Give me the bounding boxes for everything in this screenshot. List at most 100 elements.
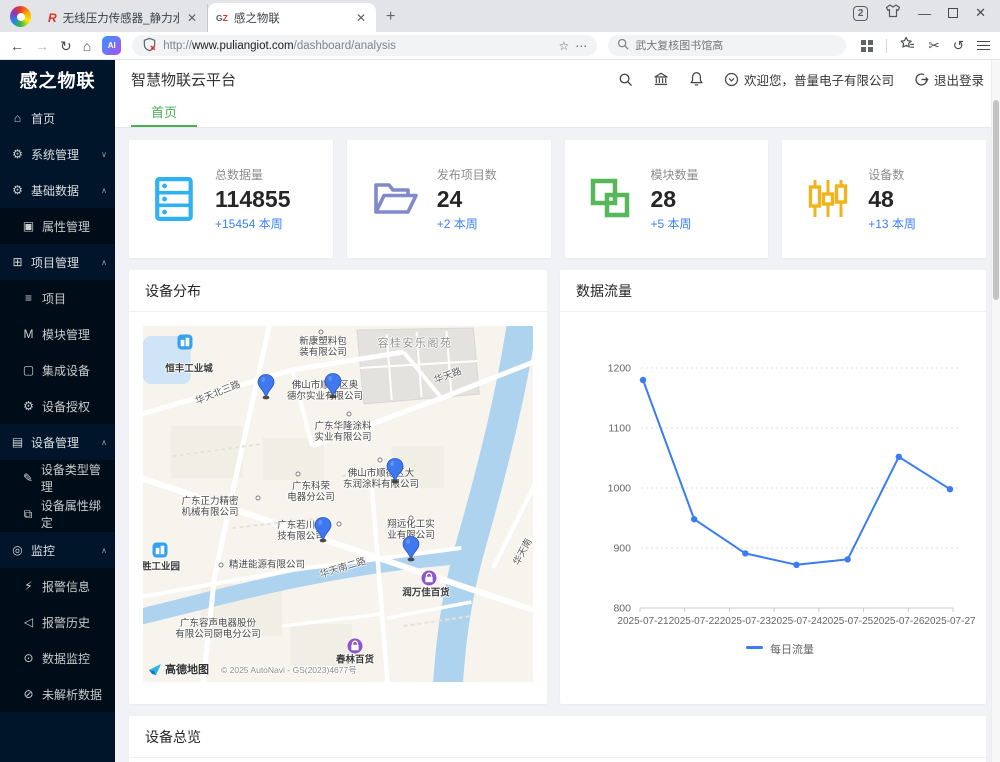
- sidebar-item[interactable]: ▤设备管理∧: [0, 424, 115, 460]
- browser-tab-1[interactable]: R 无线压力传感器_静力水准仪_ ✕: [40, 4, 208, 32]
- bookmark-star-icon[interactable]: ☆: [558, 39, 569, 53]
- stat-card-projects: 发布项目数 24 +2 本周: [347, 140, 551, 258]
- pen-icon: ✎: [22, 471, 34, 485]
- sidebar-item[interactable]: ◎监控∧: [0, 532, 115, 568]
- sidebar-subitem[interactable]: ⊘未解析数据: [0, 676, 115, 712]
- page-scrollbar[interactable]: [991, 60, 1000, 762]
- sidebar-submenu: ≡项目M模块管理▢集成设备⚙设备授权: [0, 280, 115, 424]
- screenshot-scissors-icon[interactable]: ✂: [928, 39, 939, 53]
- poi-dot: [219, 563, 224, 568]
- logout-button[interactable]: 退出登录: [914, 70, 984, 89]
- stat-label: 总数据量: [215, 166, 290, 183]
- search-box[interactable]: [608, 35, 846, 56]
- sidebar-item-label: 监控: [31, 542, 55, 559]
- gear-icon: ⚙: [22, 399, 35, 413]
- forward-icon[interactable]: →: [35, 39, 49, 53]
- panel-title: 设备总览: [129, 716, 986, 758]
- close-window-icon[interactable]: ✕: [975, 5, 986, 21]
- amap-logo[interactable]: 高德地图: [148, 661, 209, 677]
- map-marker[interactable]: [402, 536, 420, 562]
- sidebar-item-label: 属性管理: [42, 218, 90, 235]
- tab-close-icon[interactable]: ✕: [185, 11, 199, 25]
- window-count-badge[interactable]: 2: [853, 6, 868, 21]
- poi-label: 润万佳百货: [402, 588, 450, 599]
- shield-blocked-icon[interactable]: [142, 37, 157, 55]
- map-canvas[interactable]: 高德地图 © 2025 AutoNavi - GS(2023)4677号 新康塑…: [143, 326, 533, 682]
- sidebar-subitem[interactable]: ≡项目: [0, 280, 115, 316]
- building-icon: [178, 335, 193, 350]
- sidebar-menu: ⌂首页⚙系统管理∨⚙基础数据∧▣属性管理⊞项目管理∧≡项目M模块管理▢集成设备⚙…: [0, 100, 115, 712]
- poi-label: 广东正力精密机械有限公司: [181, 496, 238, 518]
- scrollbar-thumb[interactable]: [993, 100, 999, 300]
- menu-hamburger-icon[interactable]: [977, 41, 990, 51]
- poi-dot: [319, 330, 324, 335]
- map-marker[interactable]: [386, 458, 404, 484]
- back-icon[interactable]: ←: [10, 39, 24, 53]
- browser-logo-icon[interactable]: [10, 6, 31, 27]
- sidebar-subitem[interactable]: ◁报警历史: [0, 604, 115, 640]
- notification-bell-icon[interactable]: [689, 71, 704, 87]
- tab-close-icon[interactable]: ✕: [354, 11, 368, 25]
- sidebar-subitem[interactable]: ▣ 属性管理: [0, 208, 115, 244]
- svg-text:2025-07-27: 2025-07-27: [924, 616, 976, 627]
- sidebar-item[interactable]: ⌂首页: [0, 100, 115, 136]
- new-tab-button[interactable]: +: [386, 8, 395, 26]
- welcome-user[interactable]: 欢迎您，普量电子有限公司: [724, 70, 894, 89]
- copy-icon: ⧉: [22, 507, 34, 522]
- history-undo-icon[interactable]: ↺: [953, 39, 964, 53]
- attribute-icon: ▣: [22, 219, 35, 233]
- sidebar-item[interactable]: ⚙系统管理∨: [0, 136, 115, 172]
- sidebar-item-label: 集成设备: [42, 362, 90, 379]
- sidebar-item-label: 未解析数据: [42, 686, 102, 703]
- sidebar-subitem[interactable]: ⧉设备属性绑定: [0, 496, 115, 532]
- home-icon[interactable]: ⌂: [83, 39, 91, 53]
- svg-text:1000: 1000: [608, 483, 632, 495]
- poi-label: 胜工业园: [143, 562, 180, 573]
- svg-text:900: 900: [613, 543, 631, 555]
- device-icon: ▤: [11, 435, 24, 449]
- stat-value: 28: [651, 186, 699, 213]
- apps-grid-icon[interactable]: [861, 40, 873, 52]
- theme-shirt-icon[interactable]: [885, 3, 901, 23]
- ai-assistant-icon[interactable]: AI: [102, 36, 121, 55]
- sidebar-subitem[interactable]: ▢集成设备: [0, 352, 115, 388]
- url-field[interactable]: http://www.puliangiot.com/dashboard/anal…: [132, 35, 597, 56]
- panel-title: 数据流量: [560, 270, 986, 312]
- sidebar-submenu: ▣ 属性管理: [0, 208, 115, 244]
- organization-bank-icon[interactable]: [653, 71, 669, 87]
- maximize-icon[interactable]: [948, 8, 958, 18]
- sidebar-item[interactable]: ⊞项目管理∧: [0, 244, 115, 280]
- map-marker[interactable]: [314, 517, 332, 543]
- app-logo: 感之物联: [0, 60, 115, 100]
- sidebar-item[interactable]: ⚙基础数据∧: [0, 172, 115, 208]
- map-marker[interactable]: [324, 373, 342, 399]
- chevron-up-icon: ∧: [101, 258, 107, 267]
- page-tabbar: 首页: [115, 98, 1000, 128]
- browser-tab-2[interactable]: GZ 感之物联 ✕: [208, 3, 376, 32]
- minimize-icon[interactable]: —: [918, 6, 931, 21]
- sidebar-subitem[interactable]: ⚙设备授权: [0, 388, 115, 424]
- sidebar-subitem[interactable]: ⚡报警信息: [0, 568, 115, 604]
- sidebar-subitem[interactable]: M模块管理: [0, 316, 115, 352]
- svg-text:每日流量: 每日流量: [770, 642, 814, 656]
- device-distribution-panel: 设备分布: [129, 270, 547, 704]
- reload-icon[interactable]: ↻: [60, 39, 72, 53]
- poi-dot: [296, 472, 301, 477]
- poi-label: 春林百货: [336, 655, 374, 666]
- sidebar-item-label: 首页: [31, 110, 55, 127]
- more-options-icon[interactable]: ⋯: [575, 39, 587, 53]
- user-circle-icon: [724, 72, 739, 87]
- tab1-favicon: R: [48, 11, 57, 25]
- sidebar-subitem[interactable]: ✎设备类型管理: [0, 460, 115, 496]
- logout-text: 退出登录: [934, 70, 984, 89]
- map-marker[interactable]: [257, 374, 275, 400]
- search-input[interactable]: [635, 40, 815, 52]
- map-attribution: © 2025 AutoNavi - GS(2023)4677号: [221, 664, 357, 676]
- stat-card-devices: 设备数 48 +13 本周: [782, 140, 986, 258]
- stat-delta: +2 本周: [437, 215, 497, 232]
- header-search-icon[interactable]: [618, 72, 633, 87]
- sidebar-subitem[interactable]: ⊙数据监控: [0, 640, 115, 676]
- tab-home[interactable]: 首页: [131, 98, 197, 127]
- favorites-collect-icon[interactable]: [900, 36, 915, 55]
- stat-value: 114855: [215, 186, 290, 213]
